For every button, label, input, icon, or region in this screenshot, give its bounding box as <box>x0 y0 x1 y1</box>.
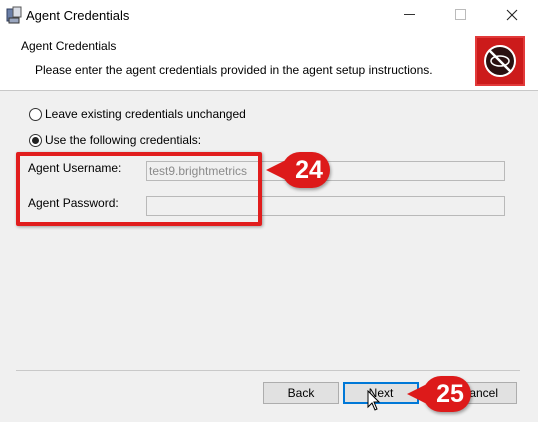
radio-use-following-indicator[interactable] <box>29 133 42 147</box>
footer-separator <box>16 370 520 371</box>
installer-app-icon <box>6 6 22 24</box>
minimize-button[interactable] <box>390 0 430 30</box>
header-banner: Agent Credentials Please enter the agent… <box>0 30 538 91</box>
banner-title: Agent Credentials <box>21 39 117 53</box>
maximize-icon <box>455 9 466 20</box>
maximize-button <box>441 0 481 30</box>
banner-description: Please enter the agent credentials provi… <box>35 63 433 77</box>
annotation-step-badge-24: 24 <box>266 152 330 188</box>
radio-use-following-label[interactable]: Use the following credentials: <box>45 133 201 147</box>
radio-leave-existing-label[interactable]: Leave existing credentials unchanged <box>45 107 246 121</box>
annotation-step-badge-25: 25 <box>407 376 471 412</box>
back-button[interactable]: Back <box>263 382 339 404</box>
close-icon <box>506 9 518 21</box>
radio-use-following[interactable]: Use the following credentials: <box>29 133 201 147</box>
title-bar: Agent Credentials <box>0 0 538 30</box>
close-button[interactable] <box>492 0 532 30</box>
minimize-icon <box>404 14 415 15</box>
annotation-highlight-box <box>16 152 262 226</box>
radio-leave-existing-indicator[interactable] <box>29 107 42 121</box>
window-title: Agent Credentials <box>26 8 130 23</box>
radio-leave-existing[interactable]: Leave existing credentials unchanged <box>29 107 246 121</box>
no-entry-logo-icon <box>475 36 525 86</box>
mouse-pointer-icon <box>367 390 381 411</box>
